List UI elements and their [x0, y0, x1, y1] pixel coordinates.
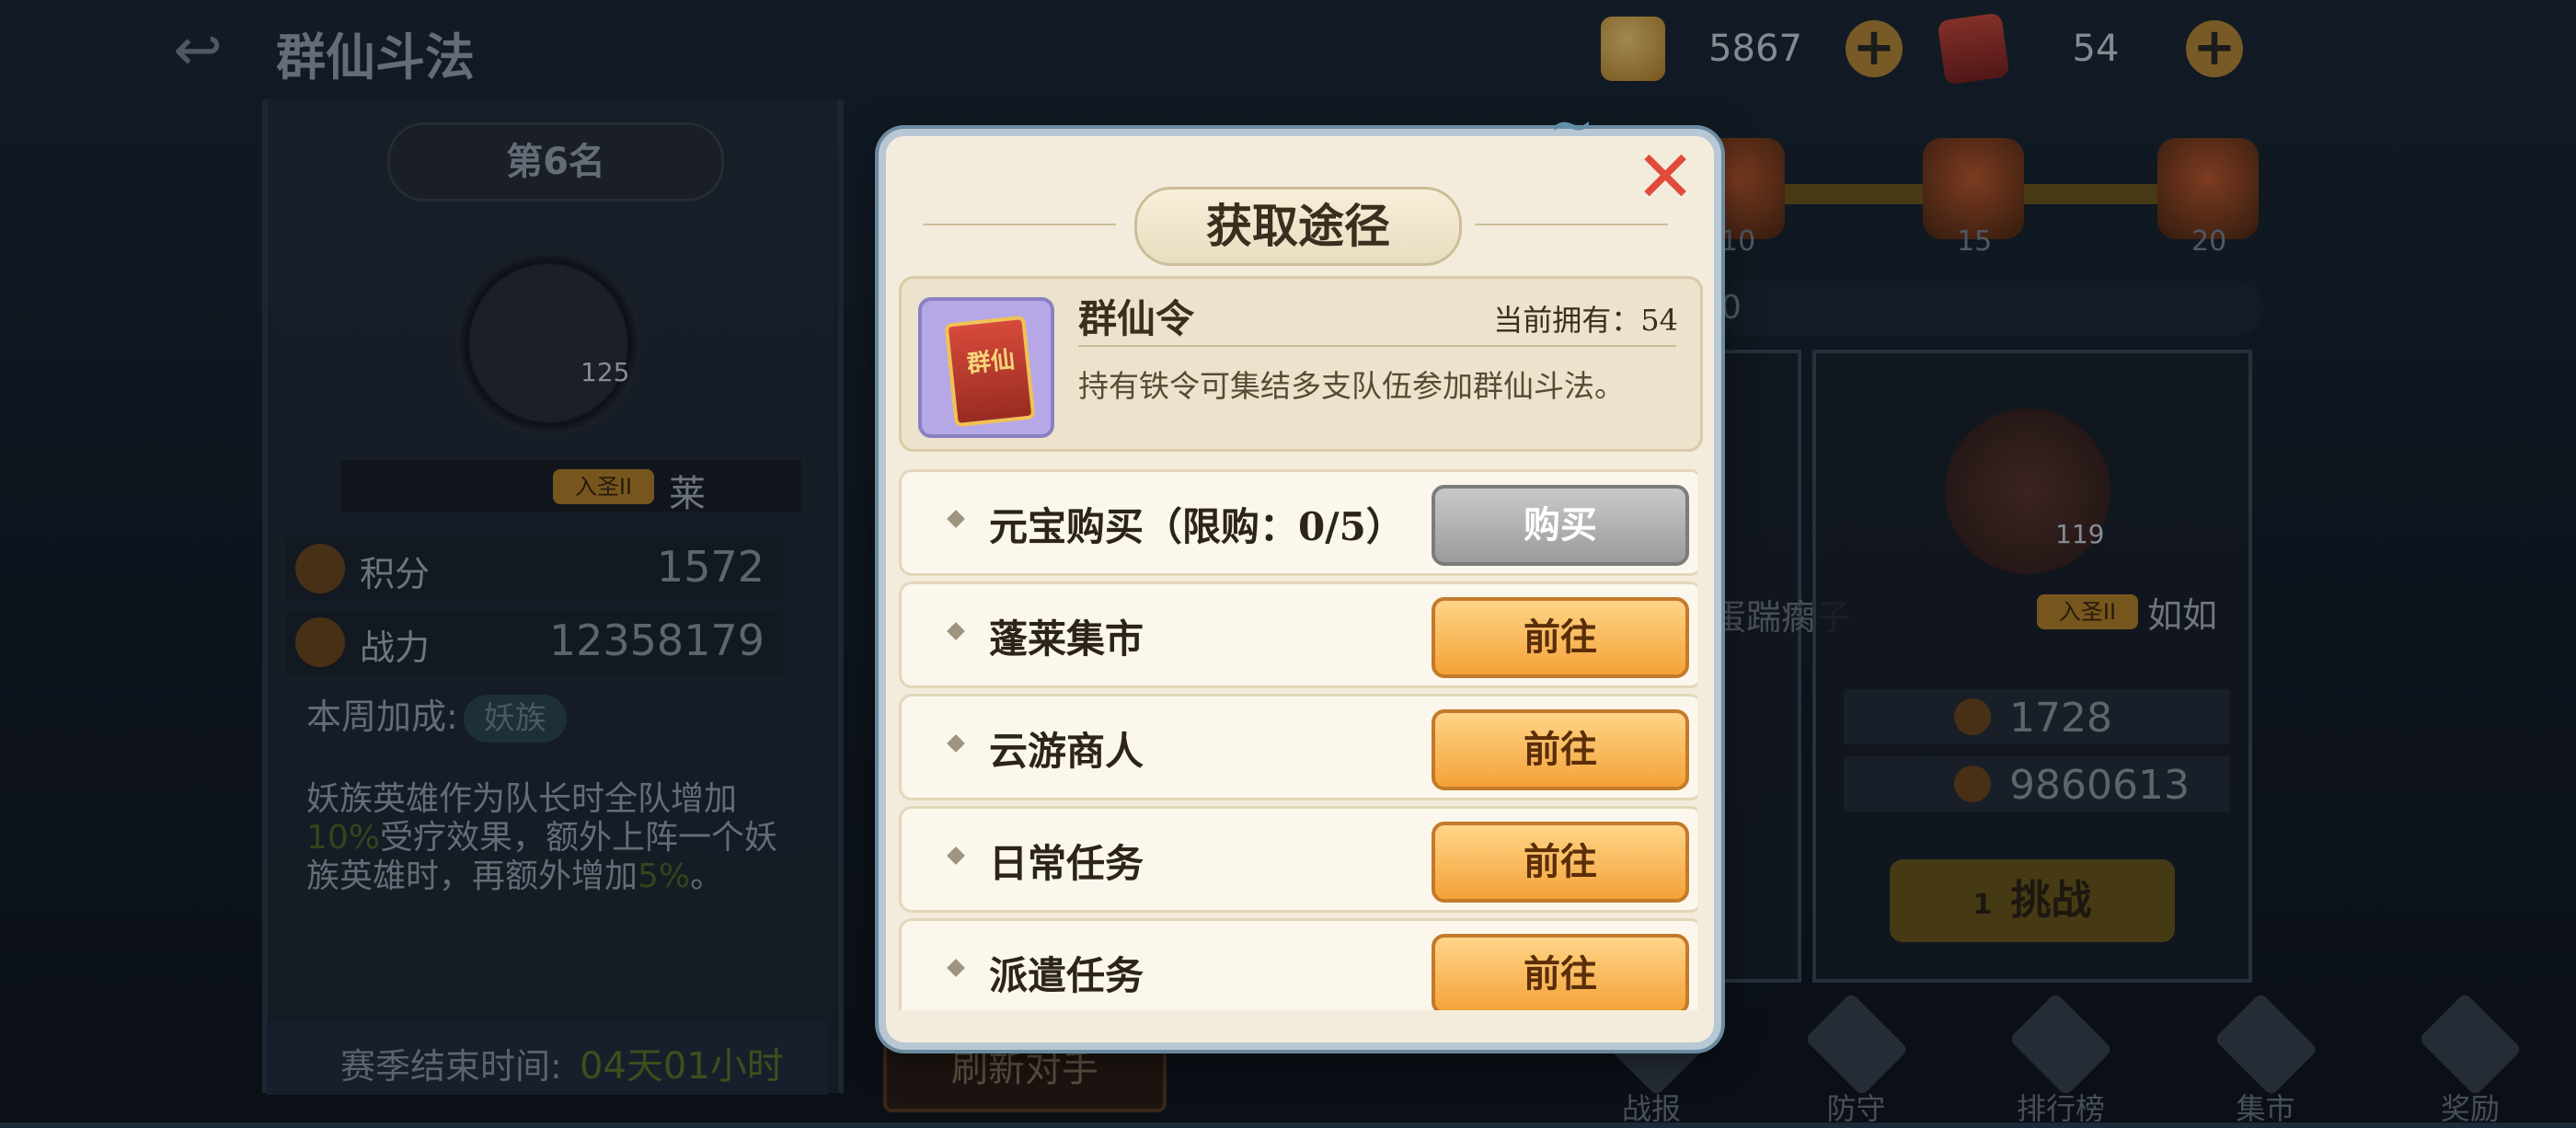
route-label: 元宝购买（限购：0/5） — [989, 504, 1405, 549]
scroll-text: 群仙 — [965, 346, 1017, 379]
item-divider — [1078, 345, 1676, 347]
acquire-route-list[interactable]: 元宝购买（限购：0/5） 购买 蓬莱集市 前往 云游商人 前往 日常任务 前往 … — [899, 469, 1697, 1010]
route-daily-tasks: 日常任务 前往 — [899, 806, 1697, 913]
bullet-diamond-icon — [947, 846, 965, 865]
item-name: 群仙令 — [1078, 296, 1195, 341]
dialog-title: 获取途径 — [1134, 187, 1462, 266]
route-label: 蓬莱集市 — [989, 616, 1144, 662]
bullet-diamond-icon — [947, 959, 965, 977]
go-button[interactable]: 前往 — [1432, 597, 1689, 678]
route-wandering-merchant: 云游商人 前往 — [899, 694, 1697, 800]
item-info: 群仙 群仙令 当前拥有：54 持有铁令可集结多支队伍参加群仙斗法。 — [899, 276, 1703, 452]
go-button[interactable]: 前往 — [1432, 822, 1689, 903]
bullet-diamond-icon — [947, 622, 965, 640]
buy-button[interactable]: 购买 — [1432, 485, 1689, 566]
bullet-diamond-icon — [947, 510, 965, 528]
item-owned-count: 当前拥有：54 — [1493, 303, 1678, 338]
route-label: 日常任务 — [989, 841, 1144, 886]
go-button[interactable]: 前往 — [1432, 934, 1689, 1010]
token-item-icon: 群仙 — [918, 297, 1054, 438]
close-button[interactable]: ✕ — [1633, 142, 1697, 213]
acquire-path-dialog: ~ 获取途径 ✕ 群仙 群仙令 当前拥有：54 持有铁令可集结多支队伍参加群仙斗… — [879, 98, 1721, 1050]
bullet-diamond-icon — [947, 734, 965, 753]
route-label: 云游商人 — [989, 729, 1144, 774]
header-line-left — [923, 224, 1116, 225]
route-penglai-market: 蓬莱集市 前往 — [899, 581, 1697, 688]
route-dispatch-tasks: 派遣任务 前往 — [899, 918, 1697, 1010]
go-button[interactable]: 前往 — [1432, 709, 1689, 790]
header-line-right — [1475, 224, 1668, 225]
scroll-icon: 群仙 — [944, 315, 1036, 428]
route-label: 派遣任务 — [989, 953, 1144, 998]
route-buy-with-ingot: 元宝购买（限购：0/5） 购买 — [899, 469, 1697, 576]
item-description: 持有铁令可集结多支队伍参加群仙斗法。 — [1078, 368, 1625, 404]
